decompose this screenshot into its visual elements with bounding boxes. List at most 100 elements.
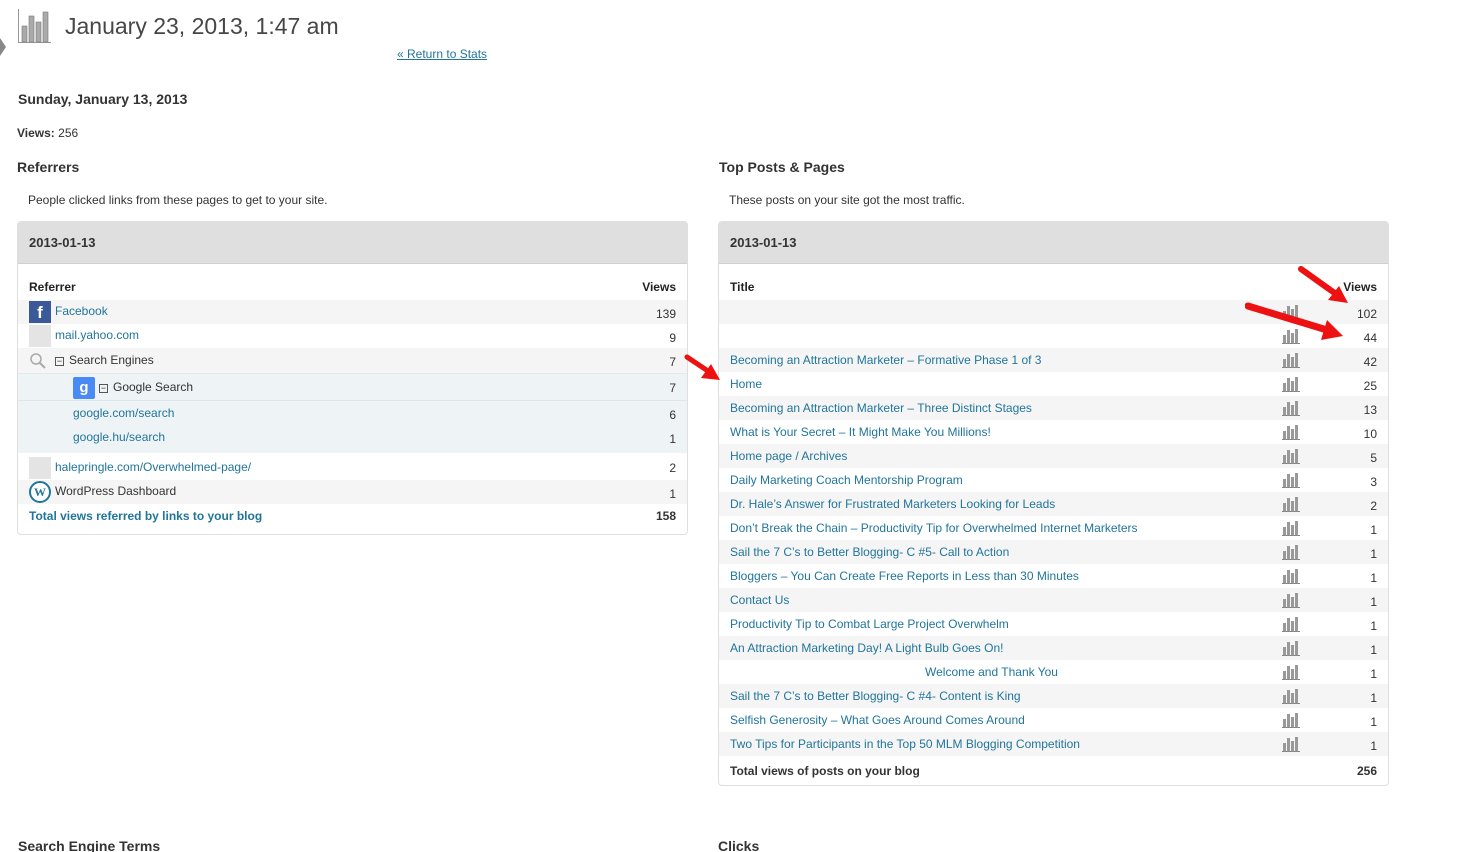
referrer-group-label[interactable]: Google Search bbox=[113, 380, 193, 394]
post-view-count: 10 bbox=[1363, 427, 1377, 441]
bar-chart-icon[interactable] bbox=[1282, 688, 1300, 704]
bar-chart-icon[interactable] bbox=[1282, 736, 1300, 752]
bar-chart-icon[interactable] bbox=[1282, 568, 1300, 584]
post-view-count: 5 bbox=[1370, 451, 1377, 465]
bar-chart-icon[interactable] bbox=[1282, 520, 1300, 536]
referrer-row-halepringle: halepringle.com/Overwhelmed-page/ 2 bbox=[18, 453, 687, 480]
post-title-link[interactable]: Two Tips for Participants in the Top 50 … bbox=[730, 737, 1080, 751]
referrer-link[interactable]: Facebook bbox=[55, 304, 108, 318]
post-title-link[interactable]: An Attraction Marketing Day! A Light Bul… bbox=[730, 641, 1003, 655]
views-value: 256 bbox=[58, 126, 79, 140]
top-posts-column-header: Title Views bbox=[719, 264, 1388, 300]
referrer-row-yahoo: mail.yahoo.com 9 bbox=[18, 324, 687, 348]
referrers-column-header: Referrer Views bbox=[18, 264, 687, 300]
top-posts-list: 102 44 Becoming an Attraction Marketer – F… bbox=[719, 300, 1388, 756]
referrers-description: People clicked links from these pages to… bbox=[28, 193, 328, 207]
referrer-count: 7 bbox=[669, 355, 676, 369]
post-view-count: 1 bbox=[1370, 523, 1377, 537]
post-view-count: 3 bbox=[1370, 475, 1377, 489]
post-view-count: 2 bbox=[1370, 499, 1377, 513]
bar-chart-icon[interactable] bbox=[1282, 712, 1300, 728]
post-view-count: 1 bbox=[1370, 667, 1377, 681]
bar-chart-icon[interactable] bbox=[1282, 424, 1300, 440]
total-posts-value: 256 bbox=[1356, 764, 1377, 778]
side-collapse-tab[interactable] bbox=[0, 38, 6, 56]
referrer-column-label: Referrer bbox=[29, 280, 76, 294]
top-post-row: Becoming an Attraction Marketer – Three … bbox=[719, 396, 1388, 420]
post-title-link[interactable]: Home page / Archives bbox=[730, 449, 847, 463]
top-post-row: Sail the 7 C’s to Better Blogging- C #4-… bbox=[719, 684, 1388, 708]
referrer-count: 1 bbox=[669, 487, 676, 501]
bar-chart-icon[interactable] bbox=[1282, 664, 1300, 680]
referrer-row-wordpress: W WordPress Dashboard 1 bbox=[18, 480, 687, 504]
referrers-box: 2013-01-13 Referrer Views f Facebook 139 … bbox=[17, 221, 688, 535]
post-title-link[interactable]: Home bbox=[730, 377, 762, 391]
referrer-group-label[interactable]: Search Engines bbox=[69, 353, 154, 367]
top-posts-description: These posts on your site got the most tr… bbox=[729, 193, 965, 207]
total-referrers-value: 158 bbox=[655, 509, 676, 523]
top-post-row: Contact Us 1 bbox=[719, 588, 1388, 612]
bar-chart-icon[interactable] bbox=[1282, 376, 1300, 392]
bar-chart-icon[interactable] bbox=[1282, 352, 1300, 368]
post-title-link[interactable]: Sail the 7 C’s to Better Blogging- C #4-… bbox=[730, 689, 1021, 703]
top-post-row: What is Your Secret – It Might Make You … bbox=[719, 420, 1388, 444]
referrers-total-row: Total views referred by links to your bl… bbox=[18, 504, 687, 532]
search-engines-group: g − Google Search 7 google.com/search 6 go… bbox=[18, 374, 687, 453]
post-view-count: 1 bbox=[1370, 643, 1377, 657]
post-title-link[interactable]: Becoming an Attraction Marketer – Three … bbox=[730, 401, 1032, 415]
bar-chart-icon[interactable] bbox=[1282, 544, 1300, 560]
post-title-link[interactable]: Becoming an Attraction Marketer – Format… bbox=[730, 353, 1041, 367]
top-post-row: Becoming an Attraction Marketer – Format… bbox=[719, 348, 1388, 372]
referrer-link[interactable]: mail.yahoo.com bbox=[55, 328, 139, 342]
post-title-link[interactable]: Contact Us bbox=[730, 593, 789, 607]
post-title-link[interactable]: Selfish Generosity – What Goes Around Co… bbox=[730, 713, 1025, 727]
post-title-link[interactable]: Dr. Hale’s Answer for Frustrated Markete… bbox=[730, 497, 1055, 511]
post-title-link[interactable]: Productivity Tip to Combat Large Project… bbox=[730, 617, 1009, 631]
top-post-row: Sail the 7 C’s to Better Blogging- C #5-… bbox=[719, 540, 1388, 564]
facebook-icon: f bbox=[29, 301, 51, 323]
total-posts-label: Total views of posts on your blog bbox=[730, 764, 920, 778]
site-favicon-icon bbox=[29, 325, 51, 347]
referrer-link[interactable]: halepringle.com/Overwhelmed-page/ bbox=[55, 460, 251, 474]
post-title-link[interactable]: Sail the 7 C’s to Better Blogging- C #5-… bbox=[730, 545, 1009, 559]
top-post-row: Daily Marketing Coach Mentorship Program… bbox=[719, 468, 1388, 492]
bar-chart-icon[interactable] bbox=[1282, 616, 1300, 632]
red-arrow-icon bbox=[1245, 302, 1343, 340]
referrer-count: 9 bbox=[669, 331, 676, 345]
bar-chart-icon[interactable] bbox=[1282, 400, 1300, 416]
search-engine-terms-title: Search Engine Terms bbox=[18, 838, 161, 852]
post-title-link[interactable]: Don’t Break the Chain – Productivity Tip… bbox=[730, 521, 1138, 535]
referrer-count: 1 bbox=[669, 432, 676, 446]
views-label: Views: bbox=[17, 126, 55, 140]
bar-chart-icon[interactable] bbox=[1282, 448, 1300, 464]
post-view-count: 1 bbox=[1370, 619, 1377, 633]
referrer-link[interactable]: google.hu/search bbox=[73, 430, 165, 444]
post-view-count: 1 bbox=[1370, 595, 1377, 609]
bar-chart-icon[interactable] bbox=[1282, 472, 1300, 488]
total-referrers-link[interactable]: Total views referred by links to your bl… bbox=[29, 509, 262, 523]
top-post-row: Two Tips for Participants in the Top 50 … bbox=[719, 732, 1388, 756]
collapse-toggle-icon[interactable]: − bbox=[99, 383, 108, 393]
post-view-count: 102 bbox=[1356, 307, 1377, 321]
red-arrow-icon bbox=[684, 354, 720, 380]
collapse-toggle-icon[interactable]: − bbox=[55, 356, 64, 366]
referrer-count: 139 bbox=[655, 307, 676, 321]
post-view-count: 1 bbox=[1370, 547, 1377, 561]
referrer-row-google-hu: google.hu/search 1 bbox=[18, 425, 687, 453]
top-post-row: Home page / Archives 5 bbox=[719, 444, 1388, 468]
bar-chart-icon[interactable] bbox=[1282, 592, 1300, 608]
bar-chart-icon[interactable] bbox=[1282, 640, 1300, 656]
post-view-count: 1 bbox=[1370, 715, 1377, 729]
post-title-link[interactable]: Bloggers – You Can Create Free Reports i… bbox=[730, 569, 1079, 583]
post-view-count: 1 bbox=[1370, 571, 1377, 585]
post-view-count: 25 bbox=[1363, 379, 1377, 393]
referrer-link[interactable]: google.com/search bbox=[73, 406, 174, 420]
views-column-label: Views bbox=[642, 280, 676, 294]
title-column-label: Title bbox=[730, 280, 755, 294]
return-to-stats-link[interactable]: « Return to Stats bbox=[397, 47, 487, 61]
post-title-link[interactable]: Welcome and Thank You bbox=[925, 665, 1058, 679]
post-title-link[interactable]: Daily Marketing Coach Mentorship Program bbox=[730, 473, 963, 487]
post-view-count: 44 bbox=[1363, 331, 1377, 345]
bar-chart-icon[interactable] bbox=[1282, 496, 1300, 512]
post-title-link[interactable]: What is Your Secret – It Might Make You … bbox=[730, 425, 991, 439]
